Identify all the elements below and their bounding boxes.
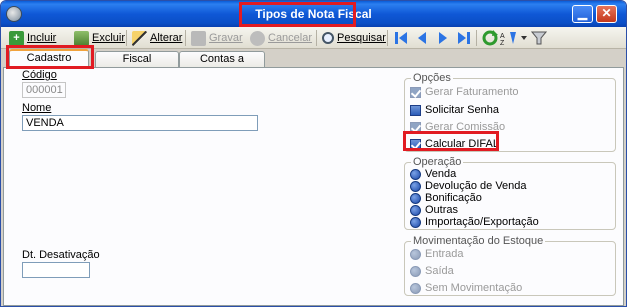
first-record-icon[interactable] xyxy=(393,30,409,46)
cancelar-button[interactable]: Cancelar xyxy=(250,29,312,47)
mov-sem-movimentacao-radio[interactable]: Sem Movimentação xyxy=(410,282,522,294)
opcoes-title: Opções xyxy=(411,72,453,84)
add-icon: + xyxy=(9,30,24,46)
operacao-importacao-radio[interactable]: Importação/Exportação xyxy=(410,216,539,228)
search-icon xyxy=(322,32,334,44)
gerar-comissao-checkbox[interactable]: Gerar Comissão xyxy=(410,121,505,133)
cancelar-label: Cancelar xyxy=(268,32,313,44)
radio-icon xyxy=(410,204,421,216)
toolbar-divider xyxy=(476,30,477,46)
radio-icon xyxy=(410,282,421,294)
toolbar-divider xyxy=(387,30,388,46)
alterar-button[interactable]: Alterar xyxy=(132,29,182,47)
dt-desativacao-field[interactable] xyxy=(22,262,90,278)
operacao-venda-radio[interactable]: Venda xyxy=(410,168,456,180)
gravar-button[interactable]: Gravar xyxy=(191,29,243,47)
codigo-field[interactable]: 000001 xyxy=(22,82,66,98)
devolucao-label: Devolução de Venda xyxy=(425,180,527,192)
mov-entrada-radio[interactable]: Entrada xyxy=(410,248,464,260)
gerar-faturamento-label: Gerar Faturamento xyxy=(425,86,519,98)
incluir-button[interactable]: + Incluir xyxy=(9,29,56,47)
pesquisar-button[interactable]: Pesquisar xyxy=(322,29,386,47)
importacao-label: Importação/Exportação xyxy=(425,216,539,228)
window-title: Tipos de Nota Fiscal xyxy=(255,7,372,21)
toolbar-divider xyxy=(316,30,317,46)
tab-strip: Cadastro Fiscal Contas a Receber xyxy=(1,49,626,79)
nome-field[interactable]: VENDA xyxy=(22,115,258,131)
chevron-down-icon[interactable] xyxy=(519,30,529,46)
cadastro-panel: Código 000001 Nome VENDA Dt. Desativação… xyxy=(3,67,624,306)
calcular-difal-checkbox[interactable]: Calcular DIFAL xyxy=(410,138,499,150)
tab-fiscal[interactable]: Fiscal xyxy=(95,51,179,67)
radio-icon xyxy=(410,248,421,260)
codigo-label: Código xyxy=(22,69,57,81)
operacao-devolucao-radio[interactable]: Devolução de Venda xyxy=(410,180,527,192)
save-icon xyxy=(191,30,206,46)
radio-icon xyxy=(410,216,421,228)
radio-icon xyxy=(410,180,421,192)
gerar-comissao-label: Gerar Comissão xyxy=(425,121,506,133)
checkbox-icon xyxy=(410,138,421,150)
excluir-label: Excluir xyxy=(92,32,126,44)
last-record-icon[interactable] xyxy=(456,30,472,46)
solicitar-senha-label: Solicitar Senha xyxy=(425,104,499,116)
excluir-button[interactable]: Excluir xyxy=(74,29,125,47)
gerar-faturamento-checkbox[interactable]: Gerar Faturamento xyxy=(410,86,519,98)
saida-label: Saída xyxy=(425,265,454,277)
operacao-title: Operação xyxy=(411,156,464,168)
checkbox-icon xyxy=(410,104,421,116)
pesquisar-label: Pesquisar xyxy=(337,32,386,44)
movimentacao-title: Movimentação do Estoque xyxy=(411,235,546,247)
opcoes-group: Opções Gerar Faturamento Solicitar Senha… xyxy=(404,72,616,152)
gravar-label: Gravar xyxy=(209,32,243,44)
checkbox-icon xyxy=(410,86,421,98)
radio-icon xyxy=(410,265,421,277)
calcular-difal-label: Calcular DIFAL xyxy=(425,138,499,150)
toolbar: + Incluir Excluir Alterar Gravar Cancela… xyxy=(1,27,626,49)
filter-icon[interactable] xyxy=(531,30,547,46)
nome-label: Nome xyxy=(22,102,52,114)
venda-label: Venda xyxy=(425,168,457,180)
movimentacao-group: Movimentação do Estoque Entrada Saída Se… xyxy=(404,235,616,296)
mov-saida-radio[interactable]: Saída xyxy=(410,265,454,277)
cancel-icon xyxy=(250,30,265,46)
svg-text:Z: Z xyxy=(500,40,505,46)
main-window: Tipos de Nota Fiscal ▁ ✕ + Incluir Exclu… xyxy=(0,0,627,307)
bonificacao-label: Bonificação xyxy=(425,192,482,204)
operacao-bonificacao-radio[interactable]: Bonificação xyxy=(410,192,482,204)
operacao-outras-radio[interactable]: Outras xyxy=(410,204,458,216)
pencil-icon xyxy=(132,30,147,46)
outras-label: Outras xyxy=(425,204,459,216)
trash-icon xyxy=(74,30,89,46)
tab-contas-a-receber[interactable]: Contas a Receber xyxy=(179,51,265,79)
minimize-button[interactable]: ▁ xyxy=(572,5,593,23)
toolbar-divider xyxy=(126,30,127,46)
tab-cadastro[interactable]: Cadastro xyxy=(9,49,89,67)
checkbox-icon xyxy=(410,121,421,133)
dt-desativacao-label: Dt. Desativação xyxy=(22,249,100,261)
entrada-label: Entrada xyxy=(425,248,464,260)
close-button[interactable]: ✕ xyxy=(596,5,617,23)
next-record-icon[interactable] xyxy=(435,30,451,46)
radio-icon xyxy=(410,168,421,180)
toolbar-divider xyxy=(185,30,186,46)
title-bar: Tipos de Nota Fiscal ▁ ✕ xyxy=(1,1,626,27)
refresh-icon[interactable] xyxy=(482,30,498,46)
previous-record-icon[interactable] xyxy=(414,30,430,46)
sem-movimentacao-label: Sem Movimentação xyxy=(425,282,523,294)
solicitar-senha-checkbox[interactable]: Solicitar Senha xyxy=(410,104,499,116)
sort-az-icon[interactable]: AZ xyxy=(500,30,518,46)
incluir-label: Incluir xyxy=(27,32,57,44)
svg-text:A: A xyxy=(500,33,505,40)
radio-icon xyxy=(410,192,421,204)
alterar-label: Alterar xyxy=(150,32,183,44)
operacao-group: Operação Venda Devolução de Venda Bonifi… xyxy=(404,156,616,230)
